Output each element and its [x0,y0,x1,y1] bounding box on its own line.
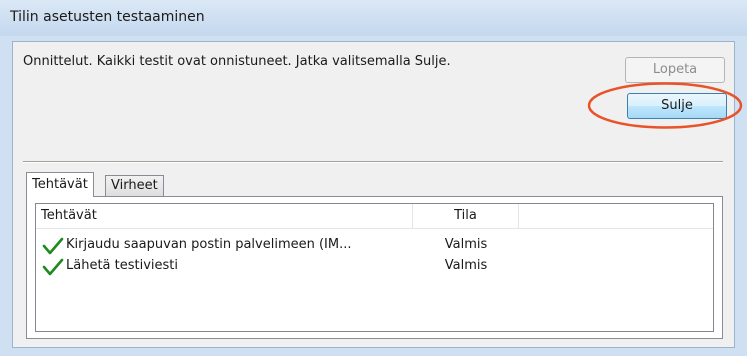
title-bar: Tilin asetusten testaaminen [0,0,747,36]
tasks-panel: Tehtävät Tila Kirjaudu saapuvan postin p… [26,196,723,339]
tab-errors[interactable]: Virheet [105,175,164,197]
task-state: Valmis [444,258,488,273]
list-item[interactable]: Lähetä testiviesti Valmis [36,257,713,277]
task-state: Valmis [444,237,488,252]
task-name: Kirjaudu saapuvan postin palvelimeen (IM… [66,237,352,252]
tab-tasks[interactable]: Tehtävät [26,172,94,197]
list-header: Tehtävät Tila [36,204,713,229]
column-header-empty [519,204,713,228]
status-message: Onnittelut. Kaikki testit ovat onnistune… [23,54,451,69]
list-item[interactable]: Kirjaudu saapuvan postin palvelimeen (IM… [36,236,713,256]
window-title: Tilin asetusten testaaminen [10,9,205,25]
check-icon [42,237,64,255]
stop-button[interactable]: Lopeta [625,57,725,83]
column-header-tasks[interactable]: Tehtävät [36,204,413,228]
separator [23,161,723,163]
task-name: Lähetä testiviesti [66,258,179,273]
column-header-state[interactable]: Tila [413,204,519,228]
close-button[interactable]: Sulje [627,93,727,119]
tasks-list[interactable]: Tehtävät Tila Kirjaudu saapuvan postin p… [35,203,714,332]
check-icon [42,258,64,276]
dialog-body: Onnittelut. Kaikki testit ovat onnistune… [12,41,735,348]
